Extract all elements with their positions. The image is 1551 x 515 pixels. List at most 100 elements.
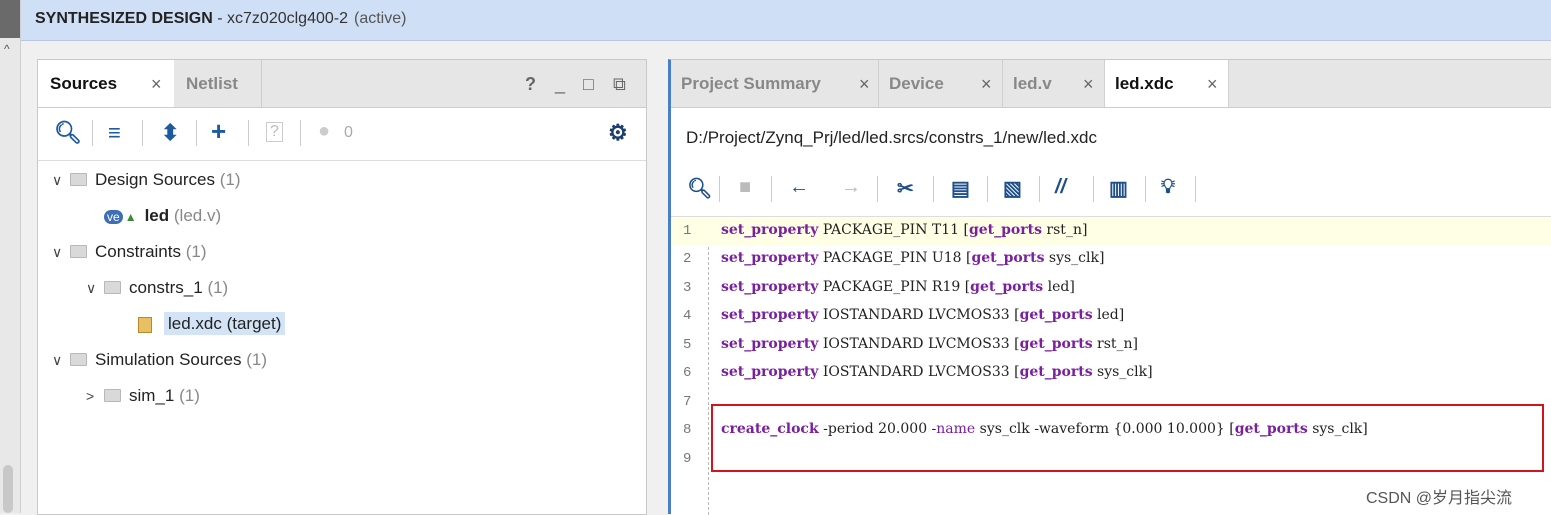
help-icon[interactable]: ? bbox=[525, 74, 536, 95]
code-args: rst_n] bbox=[1041, 222, 1088, 238]
close-icon[interactable]: × bbox=[859, 74, 870, 95]
columns-icon[interactable]: ▥ bbox=[1109, 176, 1128, 201]
sources-tab-bar: Sources × Netlist ? _ □ ⧉ bbox=[38, 60, 646, 108]
tree-label: Design Sources bbox=[95, 170, 216, 189]
tree-design-sources[interactable]: ∨ Design Sources (1) bbox=[52, 170, 241, 202]
toolbar-divider bbox=[1039, 176, 1040, 202]
toolbar-divider bbox=[1093, 176, 1094, 202]
tree-detail: (led.v) bbox=[173, 206, 222, 225]
code-line[interactable]: 2 set_property PACKAGE_PIN U18 [get_port… bbox=[671, 245, 1551, 273]
comment-icon[interactable]: // bbox=[1055, 176, 1066, 199]
undo-icon[interactable]: ← bbox=[789, 176, 809, 199]
tree-constraints[interactable]: ∨ Constraints (1) bbox=[52, 242, 207, 274]
edge-handle[interactable] bbox=[0, 0, 20, 38]
redo-icon[interactable]: → bbox=[841, 176, 861, 199]
folder-icon bbox=[70, 173, 87, 187]
chevron-right-icon[interactable]: > bbox=[86, 388, 104, 404]
code-editor[interactable]: 1 set_property PACKAGE_PIN T11 [get_port… bbox=[671, 216, 1551, 515]
toolbar-divider bbox=[933, 176, 934, 202]
toolbar-divider bbox=[92, 120, 93, 146]
tree-constrs-1[interactable]: ∨ constrs_1 (1) bbox=[86, 278, 228, 310]
close-icon[interactable]: × bbox=[1083, 74, 1094, 95]
toolbar-divider bbox=[196, 120, 197, 146]
code-args: IOSTANDARD LVCMOS33 [ bbox=[818, 364, 1020, 380]
tab-led-v[interactable]: led.v × bbox=[1003, 60, 1105, 107]
close-icon[interactable]: × bbox=[151, 74, 162, 95]
line-number: 6 bbox=[683, 365, 692, 381]
code-line[interactable]: 5 set_property IOSTANDARD LVCMOS33 [get_… bbox=[671, 331, 1551, 359]
code-line[interactable]: 6 set_property IOSTANDARD LVCMOS33 [get_… bbox=[671, 359, 1551, 387]
tab-label: Sources bbox=[50, 74, 118, 93]
code-text: set_property IOSTANDARD LVCMOS33 [get_po… bbox=[721, 364, 1153, 380]
scrollbar-thumb[interactable] bbox=[3, 465, 13, 513]
toolbar-divider bbox=[248, 120, 249, 146]
line-number: 3 bbox=[683, 280, 692, 296]
search-icon[interactable]: 🔍︎ bbox=[687, 176, 712, 201]
expand-all-icon[interactable]: ⬍ bbox=[161, 120, 179, 146]
keyword: set_property bbox=[721, 307, 819, 323]
chevron-up-icon[interactable]: ^ bbox=[4, 42, 10, 56]
tab-label: led.xdc bbox=[1115, 74, 1174, 93]
tab-project-summary[interactable]: Project Summary × bbox=[671, 60, 879, 107]
tree-simulation-sources[interactable]: ∨ Simulation Sources (1) bbox=[52, 350, 267, 382]
add-sources-icon[interactable]: + bbox=[211, 116, 226, 147]
code-text: set_property PACKAGE_PIN T11 [get_ports … bbox=[721, 222, 1087, 238]
lightbulb-icon[interactable]: 💡︎ bbox=[1161, 176, 1175, 199]
line-number: 7 bbox=[683, 394, 692, 410]
tab-sources[interactable]: Sources × bbox=[38, 60, 174, 107]
code-line[interactable]: 1 set_property PACKAGE_PIN T11 [get_port… bbox=[671, 217, 1551, 245]
gear-icon[interactable]: ⚙ bbox=[608, 120, 628, 146]
chevron-down-icon[interactable]: ∨ bbox=[52, 244, 70, 261]
chevron-down-icon[interactable]: ∨ bbox=[86, 280, 104, 297]
tab-led-xdc[interactable]: led.xdc × bbox=[1105, 60, 1229, 107]
save-icon[interactable]: ■ bbox=[739, 176, 751, 199]
command: get_ports bbox=[1019, 364, 1093, 380]
tab-netlist[interactable]: Netlist bbox=[174, 60, 262, 107]
tree-led-module[interactable]: ve ▲ led (led.v) bbox=[104, 206, 221, 238]
chevron-down-icon[interactable]: ∨ bbox=[52, 172, 70, 189]
verilog-icon: ve bbox=[104, 210, 123, 224]
float-icon[interactable]: ⧉ bbox=[613, 74, 626, 95]
toolbar-divider bbox=[300, 120, 301, 146]
tree-count: (1) bbox=[185, 242, 207, 261]
code-args: sys_clk] bbox=[1092, 364, 1153, 380]
code-text: set_property PACKAGE_PIN U18 [get_ports … bbox=[721, 250, 1104, 266]
maximize-icon[interactable]: □ bbox=[583, 74, 594, 95]
folder-icon bbox=[104, 281, 121, 295]
paste-icon[interactable]: ▧ bbox=[1003, 176, 1022, 201]
close-icon[interactable]: × bbox=[1207, 74, 1218, 95]
tree-sim-1[interactable]: > sim_1 (1) bbox=[86, 386, 200, 418]
design-title-bar: SYNTHESIZED DESIGN - xc7z020clg400-2 (act… bbox=[21, 0, 1551, 41]
tab-label: Device bbox=[889, 74, 944, 93]
properties-icon[interactable]: ? bbox=[266, 122, 283, 142]
title-text: SYNTHESIZED DESIGN bbox=[35, 10, 213, 27]
status-text: (active) bbox=[354, 10, 407, 27]
copy-icon[interactable]: ▤ bbox=[951, 176, 970, 201]
left-edge-strip: ^ bbox=[0, 0, 21, 513]
toolbar-divider bbox=[771, 176, 772, 202]
toolbar-divider bbox=[719, 176, 720, 202]
tree-count: (1) bbox=[179, 386, 200, 405]
code-args: PACKAGE_PIN R19 [ bbox=[818, 279, 971, 295]
line-number: 4 bbox=[683, 308, 692, 324]
toolbar-divider bbox=[987, 176, 988, 202]
code-line[interactable]: 3 set_property PACKAGE_PIN R19 [get_port… bbox=[671, 274, 1551, 302]
editor-panel: Project Summary × Device × led.v × led.x… bbox=[668, 59, 1551, 515]
code-line[interactable]: 4 set_property IOSTANDARD LVCMOS33 [get_… bbox=[671, 302, 1551, 330]
cut-icon[interactable]: ✂ bbox=[897, 176, 914, 201]
minimize-icon[interactable]: _ bbox=[555, 74, 565, 95]
code-args: sys_clk] bbox=[1044, 250, 1105, 266]
search-icon[interactable]: 🔍︎ bbox=[54, 120, 82, 146]
collapse-all-icon[interactable]: ≡ bbox=[108, 120, 121, 146]
folder-icon bbox=[104, 389, 121, 403]
chevron-down-icon[interactable]: ∨ bbox=[52, 352, 70, 369]
tab-device[interactable]: Device × bbox=[879, 60, 1003, 107]
command: get_ports bbox=[971, 250, 1045, 266]
tab-label: Project Summary bbox=[681, 74, 821, 93]
status-dot-icon: ● bbox=[318, 120, 331, 142]
close-icon[interactable]: × bbox=[981, 74, 992, 95]
code-text: set_property IOSTANDARD LVCMOS33 [get_po… bbox=[721, 307, 1124, 323]
code-text: set_property PACKAGE_PIN R19 [get_ports … bbox=[721, 279, 1075, 295]
code-args: led] bbox=[1092, 307, 1125, 323]
tree-led-xdc[interactable]: led.xdc (target) bbox=[138, 312, 286, 346]
